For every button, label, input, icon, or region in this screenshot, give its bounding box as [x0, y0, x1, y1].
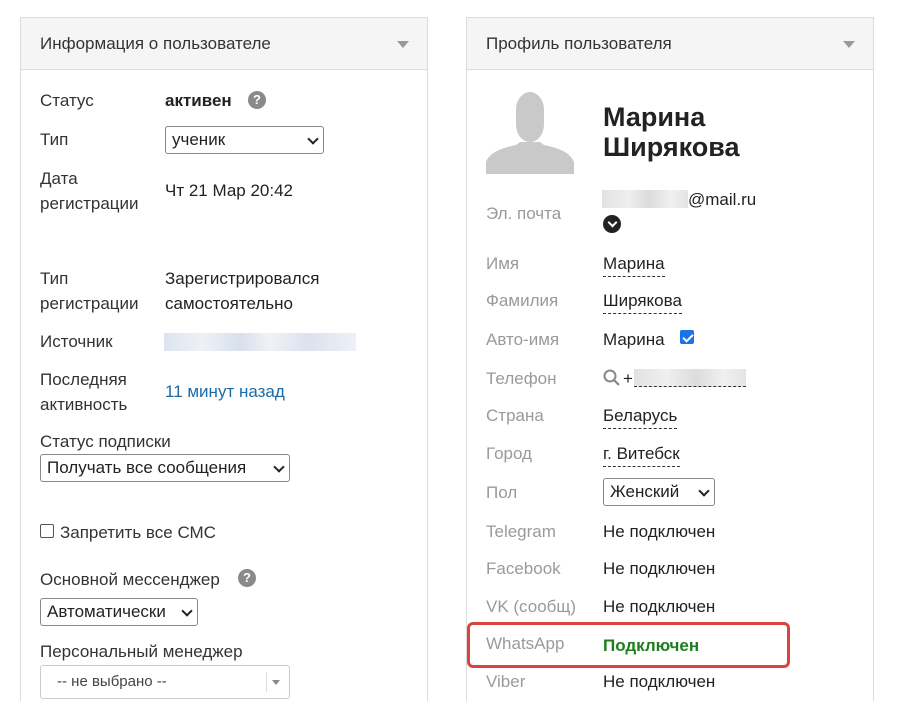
- source-label: Источник: [40, 332, 113, 351]
- manager-label: Персональный менеджер: [40, 642, 243, 661]
- viber-value: Не подключен: [603, 672, 716, 691]
- email-label: Эл. почта: [486, 204, 562, 223]
- phone-label: Телефон: [486, 369, 557, 388]
- phone-redacted[interactable]: [634, 369, 746, 387]
- city-label: Город: [486, 444, 532, 463]
- status-value: активен: [165, 91, 232, 110]
- chevron-down-icon: [698, 485, 710, 497]
- last-activity-label-1: Последняя: [40, 370, 127, 389]
- chevron-down-icon: [181, 605, 193, 617]
- collapse-caret-icon[interactable]: [397, 41, 409, 48]
- search-icon[interactable]: [603, 369, 621, 392]
- reg-date-label-2: регистрации: [40, 194, 139, 213]
- telegram-value: Не подключен: [603, 522, 716, 541]
- profile-name-last: Ширякова: [603, 132, 740, 162]
- last-name-label: Фамилия: [486, 291, 559, 310]
- gender-label: Пол: [486, 483, 518, 502]
- user-info-header[interactable]: Информация о пользователе: [21, 18, 427, 70]
- block-sms-label[interactable]: Запретить все СМС: [60, 520, 216, 545]
- user-profile-header[interactable]: Профиль пользователя: [467, 18, 873, 70]
- type-label: Тип: [40, 130, 69, 149]
- facebook-value: Не подключен: [603, 559, 716, 578]
- reg-type-label-2: регистрации: [40, 294, 139, 313]
- first-name-value[interactable]: Марина: [603, 251, 665, 277]
- auto-name-checkbox[interactable]: [680, 330, 694, 344]
- email-suffix: @mail.ru: [688, 190, 757, 209]
- vk-value: Не подключен: [603, 597, 716, 616]
- type-select[interactable]: ученик: [165, 126, 324, 154]
- messenger-select[interactable]: Автоматически: [40, 598, 198, 626]
- manager-select[interactable]: -- не выбрано --: [40, 665, 290, 699]
- caret-down-icon: [272, 680, 280, 685]
- country-label: Страна: [486, 406, 544, 425]
- chevron-down-icon: [273, 461, 285, 473]
- reg-type-label-1: Тип: [40, 269, 69, 288]
- viber-label: Viber: [486, 672, 526, 691]
- reg-date-value: Чт 21 Мар 20:42: [165, 181, 293, 200]
- chevron-down-icon: [307, 133, 319, 145]
- select-divider: [266, 672, 267, 692]
- whatsapp-value: Подключен: [603, 636, 700, 655]
- whatsapp-label: WhatsApp: [486, 634, 565, 653]
- last-name-value[interactable]: Ширякова: [603, 288, 682, 314]
- gender-select-value: Женский: [610, 482, 680, 501]
- user-profile-title: Профиль пользователя: [486, 34, 672, 53]
- email-redacted: [602, 190, 688, 208]
- subscription-label: Статус подписки: [40, 432, 171, 451]
- country-value[interactable]: Беларусь: [603, 403, 678, 429]
- type-select-value: ученик: [172, 130, 226, 149]
- facebook-label: Facebook: [486, 559, 561, 578]
- subscription-select-value: Получать все сообщения: [47, 458, 247, 477]
- last-activity-label-2: активность: [40, 395, 128, 414]
- telegram-label: Telegram: [486, 522, 556, 541]
- city-value[interactable]: г. Витебск: [603, 441, 680, 467]
- avatar-placeholder: [486, 90, 574, 174]
- gender-select[interactable]: Женский: [603, 478, 715, 506]
- auto-name-label: Авто-имя: [486, 330, 560, 349]
- vk-label: VK (сообщ): [486, 597, 577, 616]
- messenger-select-value: Автоматически: [47, 602, 166, 621]
- block-sms-checkbox[interactable]: [40, 524, 54, 538]
- user-info-title: Информация о пользователе: [40, 34, 271, 53]
- last-activity-link[interactable]: 11 минут назад: [165, 379, 285, 404]
- messenger-label: Основной мессенджер: [40, 570, 220, 589]
- reg-type-value-1: Зарегистрировался: [165, 269, 320, 288]
- subscription-select[interactable]: Получать все сообщения: [40, 454, 290, 482]
- auto-name-value: Марина: [603, 330, 665, 349]
- reg-date-label-1: Дата: [40, 169, 78, 188]
- phone-prefix: +: [623, 369, 633, 388]
- profile-name-first: Марина: [603, 102, 706, 132]
- source-value-redacted: [164, 333, 356, 351]
- reg-type-value-2: самостоятельно: [165, 294, 293, 313]
- first-name-label: Имя: [486, 254, 520, 273]
- manager-select-value: -- не выбрано --: [57, 673, 167, 690]
- collapse-caret-icon[interactable]: [843, 41, 855, 48]
- status-label: Статус: [40, 91, 94, 110]
- messenger-help-icon[interactable]: ?: [238, 569, 256, 587]
- status-help-icon[interactable]: ?: [248, 91, 266, 109]
- expand-chevron-icon[interactable]: [603, 215, 621, 233]
